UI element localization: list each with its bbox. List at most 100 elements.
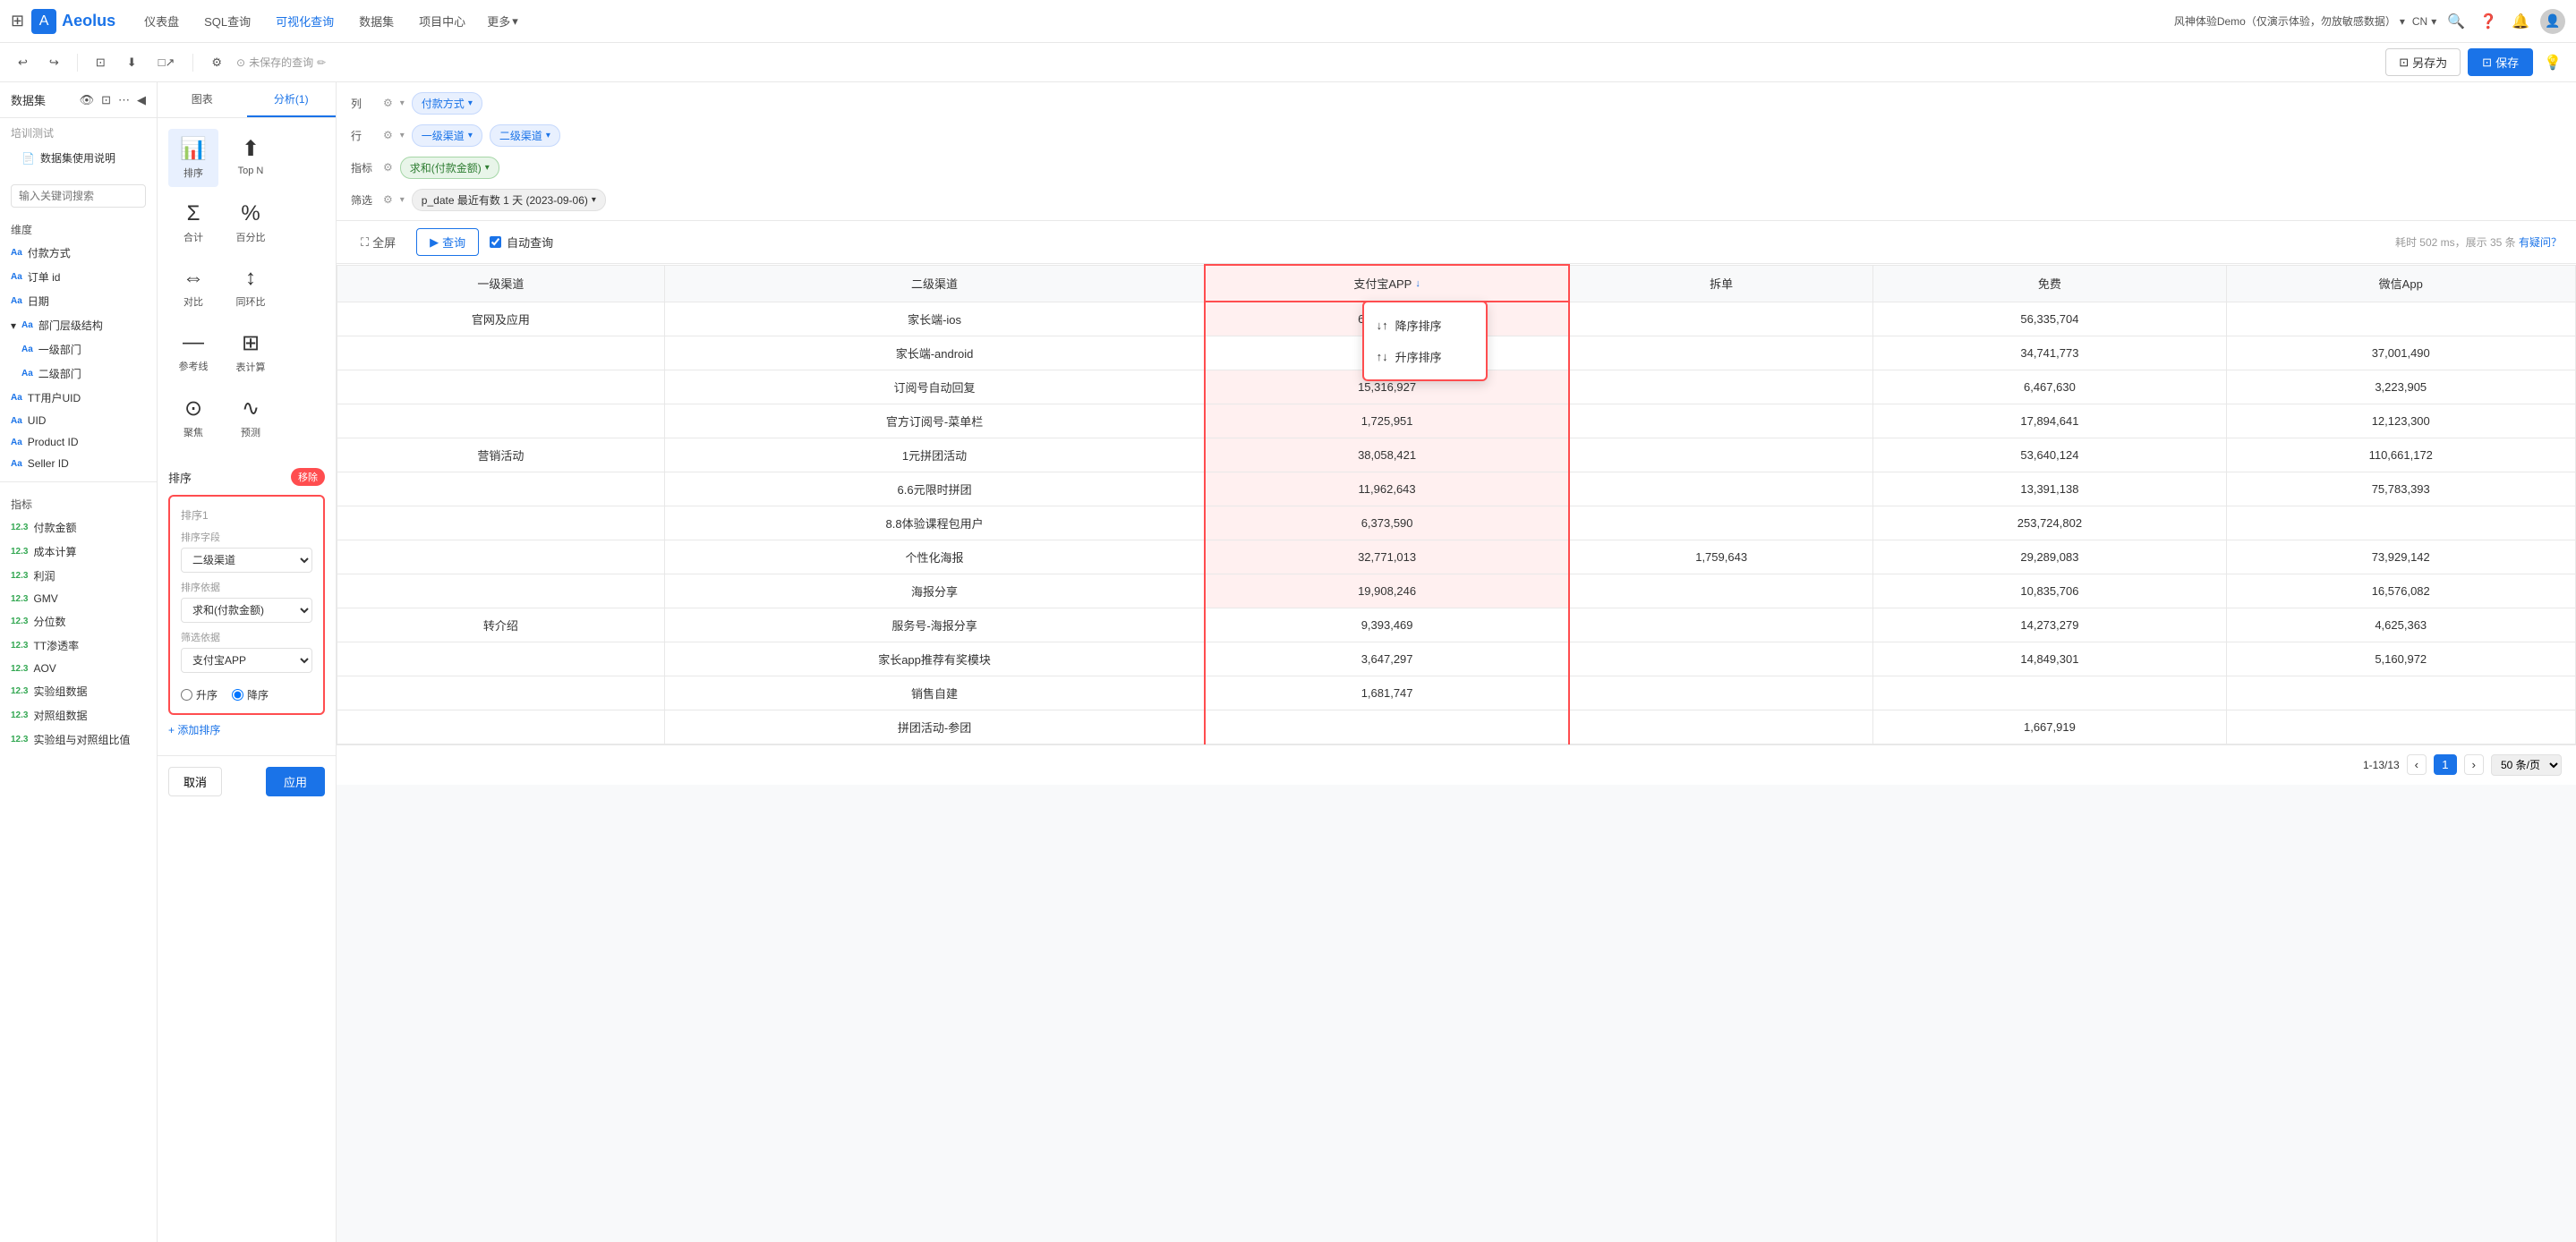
prev-page-btn[interactable]: ‹ [2407,754,2427,775]
metric-gear-icon[interactable]: ⚙ [383,161,393,174]
sidebar-item-payment-amount[interactable]: 12.3 付款金额 [0,515,157,540]
view-btn[interactable]: ⊡ [89,52,113,73]
chart-option-calc[interactable]: ⊞ 表计算 [226,323,276,381]
chart-option-period[interactable]: ↕ 同环比 [226,259,276,316]
nav-visual[interactable]: 可视化查询 [265,7,345,35]
sort-basis-select[interactable]: 求和(付款金额) [181,598,312,623]
auto-query[interactable]: 自动查询 [490,234,553,251]
remove-sort-btn[interactable]: 移除 [291,468,325,486]
chart-option-focus[interactable]: ⊙ 聚焦 [168,388,218,447]
td-weixin: 4,625,363 [2226,608,2576,642]
tab-chart[interactable]: 图表 [158,82,247,117]
filter-gear-icon[interactable]: ⚙ [383,193,393,206]
chart-option-predict[interactable]: ∿ 预测 [226,388,276,447]
sort-asc-radio[interactable] [181,689,192,701]
page-size-select[interactable]: 50 条/页 [2491,754,2562,776]
sidebar-item-ttuid[interactable]: Aa TT用户UID [0,386,157,410]
row-dropdown-icon: ▾ [400,131,405,140]
sidebar-item-dept2[interactable]: Aa 二级部门 [0,362,157,386]
sidebar-search-input[interactable] [11,184,146,208]
sidebar-item-quantile[interactable]: 12.3 分位数 [0,609,157,634]
filter-chip[interactable]: p_date 最近有数 1 天 (2023-09-06) ▾ [412,189,606,211]
td-channel1 [337,574,665,608]
row-chip-1[interactable]: 一级渠道 ▾ [412,124,482,147]
sidebar-dataset-item[interactable]: 📄 数据集使用说明 [11,146,146,170]
td-channel1: 官网及应用 [337,302,665,336]
chart-option-refline[interactable]: — 参考线 [168,323,218,381]
copy-icon[interactable]: ⊡ [101,93,111,107]
sidebar-item-uid[interactable]: Aa UID [0,410,157,431]
fullscreen-btn[interactable]: ⛶ 全屏 [351,228,405,256]
sort-filter-select[interactable]: 支付宝APP [181,648,312,673]
chart-option-compare[interactable]: ⇔ 对比 [168,259,218,316]
notification-icon[interactable]: 🔔 [2508,9,2533,34]
add-sort-btn[interactable]: + 添加排序 [168,715,325,744]
nav-sql[interactable]: SQL查询 [193,7,261,35]
calc-icon: ⊞ [242,330,260,356]
chart-option-percent[interactable]: % 百分比 [226,194,276,251]
sort-desc-radio[interactable] [232,689,243,701]
sidebar-item-date[interactable]: Aa 日期 [0,289,157,313]
col-chip[interactable]: 付款方式 ▾ [412,92,482,115]
row-chip-2[interactable]: 二级渠道 ▾ [490,124,560,147]
user-avatar[interactable]: 👤 [2540,9,2565,34]
bulb-icon[interactable]: 💡 [2540,50,2565,75]
lang-selector[interactable]: CN ▾ [2412,15,2436,28]
sidebar-item-productid[interactable]: Aa Product ID [0,431,157,453]
help-link[interactable]: 有疑问？ [2519,236,2562,249]
sort-desc-label[interactable]: 降序 [232,687,269,702]
undo-btn[interactable]: ↩ [11,52,35,73]
share-btn[interactable]: □↗ [151,52,183,73]
td-weixin [2226,506,2576,540]
more-icon[interactable]: ⋯ [118,93,130,107]
row-gear-icon[interactable]: ⚙ [383,129,393,141]
sort-asc-label[interactable]: 升序 [181,687,218,702]
current-page-btn[interactable]: 1 [2434,754,2456,775]
redo-btn[interactable]: ↪ [42,52,66,73]
sidebar-item-profit[interactable]: 12.3 利润 [0,564,157,588]
sidebar-item-payment[interactable]: Aa 付款方式 [0,241,157,265]
nav-more[interactable]: 更多 ▾ [480,7,525,35]
collapse-icon[interactable]: ◀ [137,93,146,107]
th-zhifubao[interactable]: 支付宝APP ↓ ↓↑ 降序排序 ↑↓ [1205,265,1569,302]
nav-dashboard[interactable]: 仪表盘 [133,7,190,35]
sidebar-item-control[interactable]: 12.3 对照组数据 [0,703,157,727]
sidebar-item-aov[interactable]: 12.3 AOV [0,658,157,679]
col-label: 列 [351,96,376,111]
settings-btn[interactable]: ⚙ [204,52,229,73]
sidebar-item-ratio[interactable]: 12.3 实验组与对照组比值 [0,727,157,752]
tab-analysis[interactable]: 分析(1) [247,82,337,117]
apply-button[interactable]: 应用 [266,767,325,796]
query-btn[interactable]: ▶ 查询 [416,228,479,256]
chart-option-sum[interactable]: Σ 合计 [168,194,218,251]
help-icon[interactable]: ❓ [2476,9,2501,34]
next-page-btn[interactable]: › [2464,754,2484,775]
sidebar-item-dept[interactable]: ▾ Aa 部门层级结构 [0,313,157,337]
sort-asc-item[interactable]: ↑↓ 升序排序 [1364,341,1486,372]
grid-icon[interactable]: ⊞ [11,12,24,30]
cancel-button[interactable]: 取消 [168,767,222,796]
search-icon[interactable]: 🔍 [2444,9,2469,34]
eye-icon[interactable]: 👁 [80,93,95,107]
save-as-button[interactable]: ⊡ 另存为 [2385,48,2461,76]
sidebar-item-order[interactable]: Aa 订单 id [0,265,157,289]
nav-project[interactable]: 项目中心 [408,7,476,35]
sidebar-item-gmv[interactable]: 12.3 GMV [0,588,157,609]
download-btn[interactable]: ⬇ [120,52,144,73]
user-demo[interactable]: 风神体验Demo（仅演示体验，勿放敏感数据） ▾ [2174,13,2405,29]
metric-chip[interactable]: 求和(付款金额) ▾ [400,157,499,179]
text-icon-8: Aa [11,416,22,426]
sidebar-item-cost[interactable]: 12.3 成本计算 [0,540,157,564]
sort-desc-item[interactable]: ↓↑ 降序排序 [1364,310,1486,341]
sidebar-item-tt-rate[interactable]: 12.3 TT渗透率 [0,634,157,658]
chart-option-topn[interactable]: ⬆ Top N [226,129,276,187]
chart-option-sort[interactable]: 📊 排序 [168,129,218,187]
auto-query-checkbox[interactable] [490,236,501,248]
nav-dataset[interactable]: 数据集 [348,7,405,35]
sort-field-select[interactable]: 二级渠道 [181,548,312,573]
save-button[interactable]: ⊡ 保存 [2468,48,2533,76]
col-gear-icon[interactable]: ⚙ [383,97,393,109]
sidebar-item-sellerid[interactable]: Aa Seller ID [0,453,157,474]
sidebar-item-exp[interactable]: 12.3 实验组数据 [0,679,157,703]
sidebar-item-dept1[interactable]: Aa 一级部门 [0,337,157,362]
